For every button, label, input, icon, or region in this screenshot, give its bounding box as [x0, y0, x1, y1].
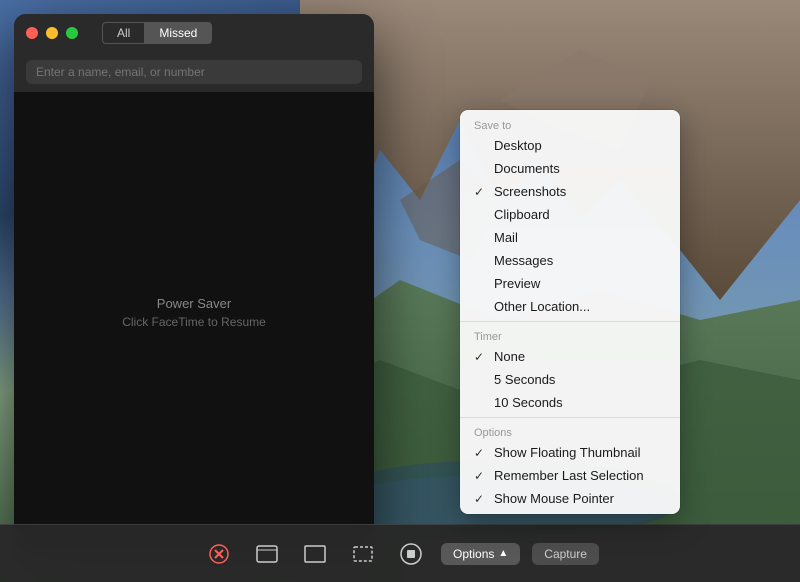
minimize-traffic-light[interactable] [46, 27, 58, 39]
close-traffic-light[interactable] [26, 27, 38, 39]
bottom-toolbar: Options ▲ Capture [0, 524, 800, 582]
options-dropdown-menu: Save to Desktop Documents ✓ Screenshots … [460, 110, 680, 514]
5sec-label: 5 Seconds [494, 372, 666, 387]
clipboard-label: Clipboard [494, 207, 666, 222]
mouse-pointer-checkmark: ✓ [474, 492, 488, 506]
divider-2 [460, 417, 680, 418]
documents-label: Documents [494, 161, 666, 176]
power-saver-label: Power Saver [157, 296, 231, 311]
options-header: Options [460, 421, 680, 441]
resume-label: Click FaceTime to Resume [122, 315, 266, 329]
preview-label: Preview [494, 276, 666, 291]
menu-item-show-thumbnail[interactable]: ✓ Show Floating Thumbnail [460, 441, 680, 464]
menu-item-5-seconds[interactable]: 5 Seconds [460, 368, 680, 391]
screenshots-checkmark: ✓ [474, 185, 488, 199]
menu-item-show-mouse-pointer[interactable]: ✓ Show Mouse Pointer [460, 487, 680, 510]
fullscreen-capture-button[interactable] [297, 536, 333, 572]
window-titlebar: All Missed [14, 14, 374, 52]
menu-item-messages[interactable]: Messages [460, 249, 680, 272]
menu-item-clipboard[interactable]: Clipboard [460, 203, 680, 226]
menu-item-screenshots[interactable]: ✓ Screenshots [460, 180, 680, 203]
options-button[interactable]: Options ▲ [441, 543, 520, 565]
divider-1 [460, 321, 680, 322]
tab-missed[interactable]: Missed [144, 22, 212, 44]
menu-item-10-seconds[interactable]: 10 Seconds [460, 391, 680, 414]
menu-item-remember-selection[interactable]: ✓ Remember Last Selection [460, 464, 680, 487]
remember-checkmark: ✓ [474, 469, 488, 483]
menu-item-mail[interactable]: Mail [460, 226, 680, 249]
maximize-traffic-light[interactable] [66, 27, 78, 39]
desktop-label: Desktop [494, 138, 666, 153]
window-content: Power Saver Click FaceTime to Resume [14, 92, 374, 532]
remember-label: Remember Last Selection [494, 468, 666, 483]
window-tabs: All Missed [102, 22, 212, 44]
selection-capture-button[interactable] [345, 536, 381, 572]
search-bar-container [14, 52, 374, 92]
other-location-label: Other Location... [494, 299, 666, 314]
screenshots-label: Screenshots [494, 184, 666, 199]
menu-item-documents[interactable]: Documents [460, 157, 680, 180]
capture-button[interactable]: Capture [532, 543, 599, 565]
mouse-pointer-label: Show Mouse Pointer [494, 491, 666, 506]
10sec-label: 10 Seconds [494, 395, 666, 410]
menu-item-desktop[interactable]: Desktop [460, 134, 680, 157]
options-chevron-icon: ▲ [498, 548, 508, 559]
tab-all[interactable]: All [102, 22, 144, 44]
record-button[interactable] [393, 536, 429, 572]
thumbnail-checkmark: ✓ [474, 446, 488, 460]
none-label: None [494, 349, 666, 364]
none-checkmark: ✓ [474, 350, 488, 364]
messages-label: Messages [494, 253, 666, 268]
stop-recording-button[interactable] [201, 536, 237, 572]
facetime-window: All Missed Power Saver Click FaceTime to… [14, 14, 374, 554]
thumbnail-label: Show Floating Thumbnail [494, 445, 666, 460]
mail-label: Mail [494, 230, 666, 245]
menu-item-other-location[interactable]: Other Location... [460, 295, 680, 318]
search-input[interactable] [26, 60, 362, 84]
options-label: Options [453, 547, 494, 561]
menu-item-none[interactable]: ✓ None [460, 345, 680, 368]
save-to-header: Save to [460, 114, 680, 134]
timer-header: Timer [460, 325, 680, 345]
capture-label: Capture [544, 547, 587, 561]
menu-item-preview[interactable]: Preview [460, 272, 680, 295]
window-capture-button[interactable] [249, 536, 285, 572]
